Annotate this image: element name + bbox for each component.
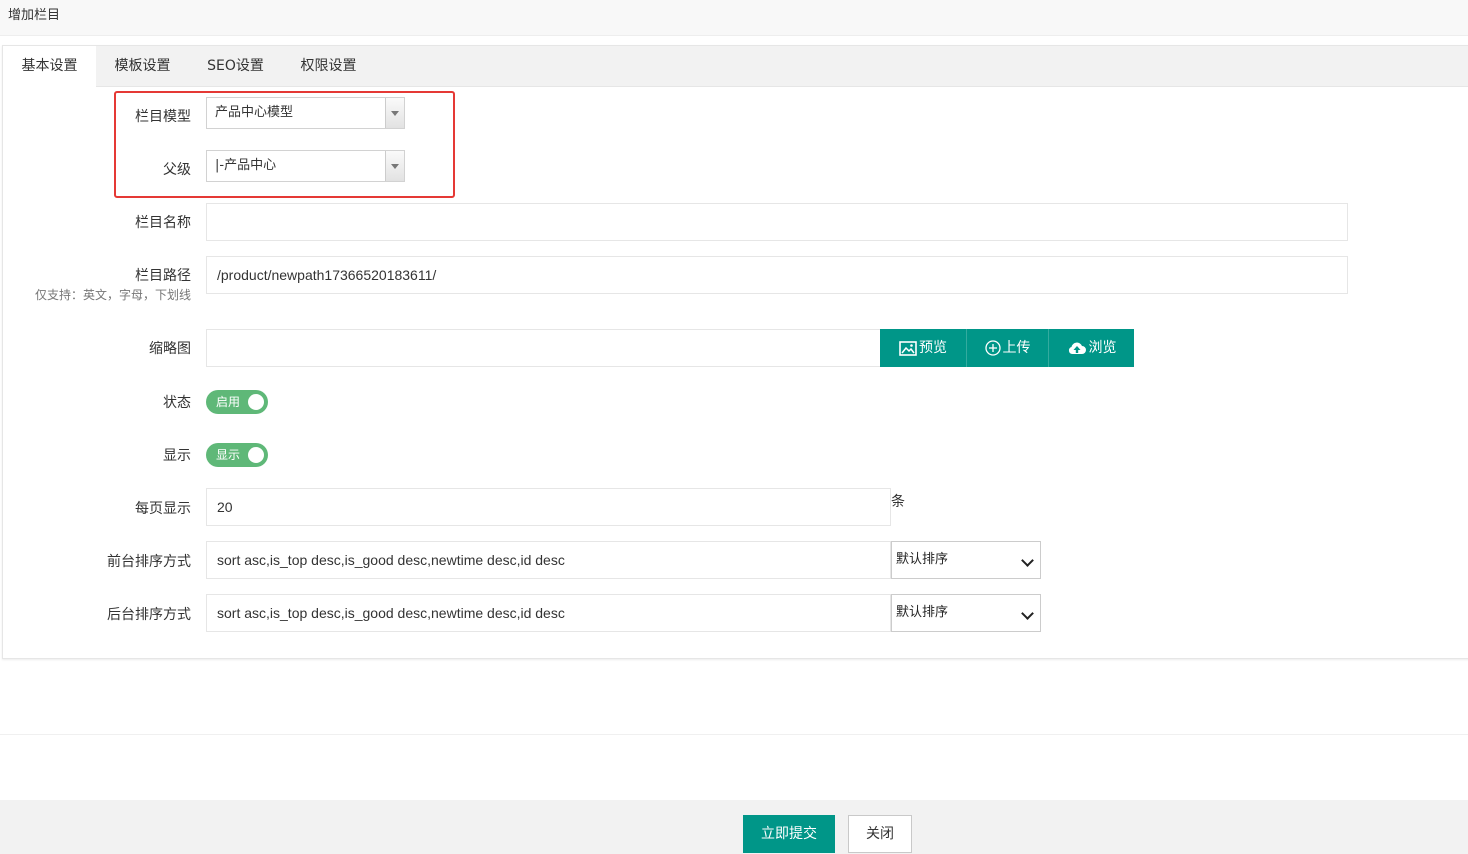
tab-seo[interactable]: SEO设置 xyxy=(189,46,282,87)
tab-basic[interactable]: 基本设置 xyxy=(3,46,96,87)
back-sort-label: 后台排序方式 xyxy=(107,607,191,623)
tab-permission[interactable]: 权限设置 xyxy=(282,46,375,87)
thumb-label: 缩略图 xyxy=(149,341,191,357)
status-label-wrap: 状态 xyxy=(0,392,191,412)
display-label-wrap: 显示 xyxy=(0,445,191,465)
path-hint: 仅支持：英文，字母，下划线 xyxy=(34,288,191,302)
name-label-wrap: 栏目名称 xyxy=(0,212,191,232)
path-label: 栏目路径 xyxy=(135,268,191,284)
back-sort-label-wrap: 后台排序方式 xyxy=(0,604,191,624)
display-label: 显示 xyxy=(163,448,191,464)
perpage-input[interactable]: 20 xyxy=(206,488,891,526)
thumb-label-wrap: 缩略图 xyxy=(0,338,191,358)
switch-knob xyxy=(248,394,264,410)
path-input[interactable]: /product/newpath17366520183611/ xyxy=(206,256,1348,294)
status-switch[interactable]: 启用 xyxy=(206,390,268,414)
back-sort-select[interactable]: 默认排序 xyxy=(891,594,1041,632)
switch-knob xyxy=(248,447,264,463)
cloud-upload-icon xyxy=(1068,342,1086,354)
image-icon xyxy=(899,340,917,356)
plus-circle-icon xyxy=(984,340,1001,356)
chevron-down-icon xyxy=(1021,607,1034,620)
preview-label: 预览 xyxy=(919,340,947,356)
footer-bar xyxy=(0,800,1468,854)
back-sort-input[interactable]: sort asc,is_top desc,is_good desc,newtim… xyxy=(206,594,891,632)
browse-button[interactable]: 浏览 xyxy=(1048,329,1134,367)
perpage-label: 每页显示 xyxy=(135,501,191,517)
page-header: 增加栏目 xyxy=(0,0,1468,36)
display-switch-text: 显示 xyxy=(216,448,241,462)
back-sort-select-value: 默认排序 xyxy=(896,605,949,620)
upload-button[interactable]: 上传 xyxy=(966,329,1048,367)
submit-button[interactable]: 立即提交 xyxy=(743,815,835,853)
perpage-unit: 条 xyxy=(891,494,905,510)
thumb-input[interactable] xyxy=(206,329,881,367)
page-title: 增加栏目 xyxy=(8,8,61,23)
close-button[interactable]: 关闭 xyxy=(848,815,912,853)
perpage-label-wrap: 每页显示 xyxy=(0,498,191,518)
display-switch[interactable]: 显示 xyxy=(206,443,268,467)
chevron-down-icon xyxy=(1021,554,1034,567)
tab-template[interactable]: 模板设置 xyxy=(96,46,189,87)
highlight-box xyxy=(114,91,455,198)
front-sort-label: 前台排序方式 xyxy=(107,554,191,570)
preview-button[interactable]: 预览 xyxy=(880,329,966,367)
upload-label: 上传 xyxy=(1002,340,1031,356)
status-label: 状态 xyxy=(163,395,191,411)
path-label-wrap: 栏目路径 仅支持：英文，字母，下划线 xyxy=(0,265,191,305)
front-sort-input[interactable]: sort asc,is_top desc,is_good desc,newtim… xyxy=(206,541,891,579)
front-sort-label-wrap: 前台排序方式 xyxy=(0,551,191,571)
front-sort-select[interactable]: 默认排序 xyxy=(891,541,1041,579)
name-input[interactable] xyxy=(206,203,1348,241)
status-switch-text: 启用 xyxy=(216,395,241,409)
divider xyxy=(0,734,1468,735)
front-sort-select-value: 默认排序 xyxy=(896,552,949,567)
name-label: 栏目名称 xyxy=(135,215,191,231)
browse-label: 浏览 xyxy=(1088,340,1117,356)
